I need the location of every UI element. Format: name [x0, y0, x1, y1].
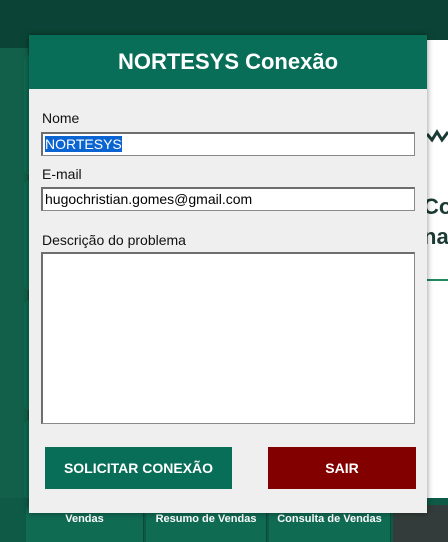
description-label: Descrição do problema: [42, 232, 186, 248]
request-connection-button[interactable]: SOLICITAR CONEXÃO: [45, 447, 232, 489]
email-field-value: hugochristian.gomes@gmail.com: [45, 191, 253, 207]
email-field[interactable]: hugochristian.gomes@gmail.com: [41, 187, 415, 211]
email-label: E-mail: [42, 166, 82, 182]
description-textarea[interactable]: [41, 252, 415, 424]
wave-icon: [427, 129, 448, 143]
name-field[interactable]: NORTESYS: [41, 132, 415, 156]
name-field-value: NORTESYS: [45, 136, 122, 152]
name-label: Nome: [42, 110, 80, 126]
dialog-title: NORTESYS Conexão: [29, 35, 427, 89]
connection-dialog: NORTESYS Conexão Nome NORTESYS E-mail hu…: [29, 35, 427, 513]
exit-button[interactable]: SAIR: [268, 447, 416, 489]
